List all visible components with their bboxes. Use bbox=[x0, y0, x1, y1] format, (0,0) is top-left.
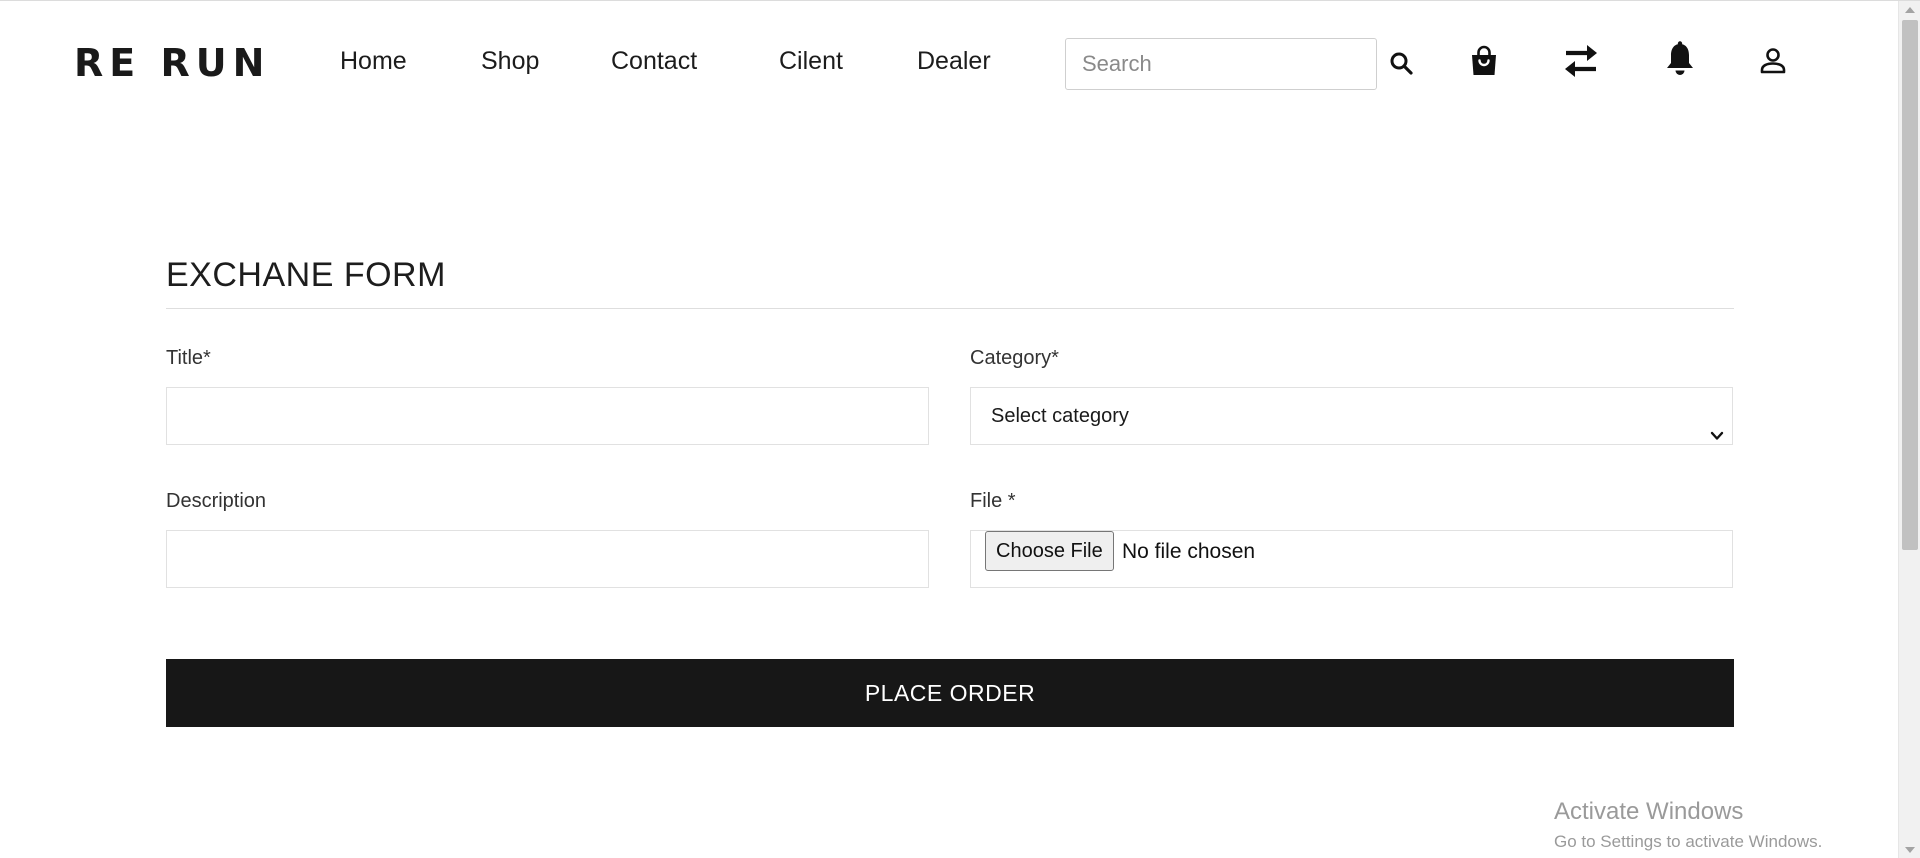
exchange-arrows-icon[interactable] bbox=[1562, 43, 1600, 83]
search-input[interactable] bbox=[1065, 38, 1377, 90]
chevron-down-icon bbox=[1710, 409, 1724, 465]
nav-link-shop[interactable]: Shop bbox=[481, 47, 539, 76]
nav-link-contact[interactable]: Contact bbox=[611, 47, 697, 76]
nav-link-client[interactable]: Cilent bbox=[779, 47, 843, 76]
file-status-text: No file chosen bbox=[1122, 540, 1256, 563]
description-label: Description bbox=[166, 490, 267, 512]
file-field: Choose File No file chosen bbox=[970, 530, 1733, 588]
brand-logo[interactable]: RE RUN bbox=[74, 41, 270, 85]
bell-icon[interactable] bbox=[1664, 41, 1696, 81]
title-label: Title* bbox=[166, 347, 211, 369]
nav-link-home[interactable]: Home bbox=[340, 47, 407, 76]
scroll-thumb[interactable] bbox=[1902, 20, 1918, 550]
category-selected-value: Select category bbox=[991, 405, 1129, 427]
form-title: EXCHANE FORM bbox=[166, 256, 1734, 309]
activation-watermark-title: Activate Windows bbox=[1554, 798, 1744, 825]
scroll-down-arrow-icon[interactable] bbox=[1905, 847, 1915, 853]
scroll-up-arrow-icon[interactable] bbox=[1905, 7, 1915, 13]
file-label: File * bbox=[970, 490, 1016, 512]
page: RE RUN Home Shop Contact Cilent Dealer S… bbox=[0, 0, 1920, 858]
exchange-form: EXCHANE FORM Title* Category* Select cat… bbox=[166, 256, 1734, 727]
user-icon[interactable] bbox=[1759, 47, 1787, 79]
navbar: RE RUN Home Shop Contact Cilent Dealer bbox=[0, 1, 1898, 121]
description-input[interactable] bbox=[166, 530, 929, 588]
nav-link-dealer[interactable]: Dealer bbox=[917, 47, 991, 76]
activation-watermark-subtitle: Go to Settings to activate Windows. bbox=[1554, 832, 1823, 851]
category-label: Category* bbox=[970, 347, 1059, 369]
search-icon[interactable] bbox=[1389, 51, 1413, 79]
place-order-button[interactable]: PLACE ORDER bbox=[166, 659, 1734, 727]
vertical-scrollbar[interactable] bbox=[1898, 1, 1920, 858]
category-select[interactable]: Select category bbox=[970, 387, 1733, 445]
title-input[interactable] bbox=[166, 387, 929, 445]
choose-file-button[interactable]: Choose File bbox=[985, 531, 1114, 571]
shopping-bag-icon[interactable] bbox=[1469, 45, 1499, 81]
